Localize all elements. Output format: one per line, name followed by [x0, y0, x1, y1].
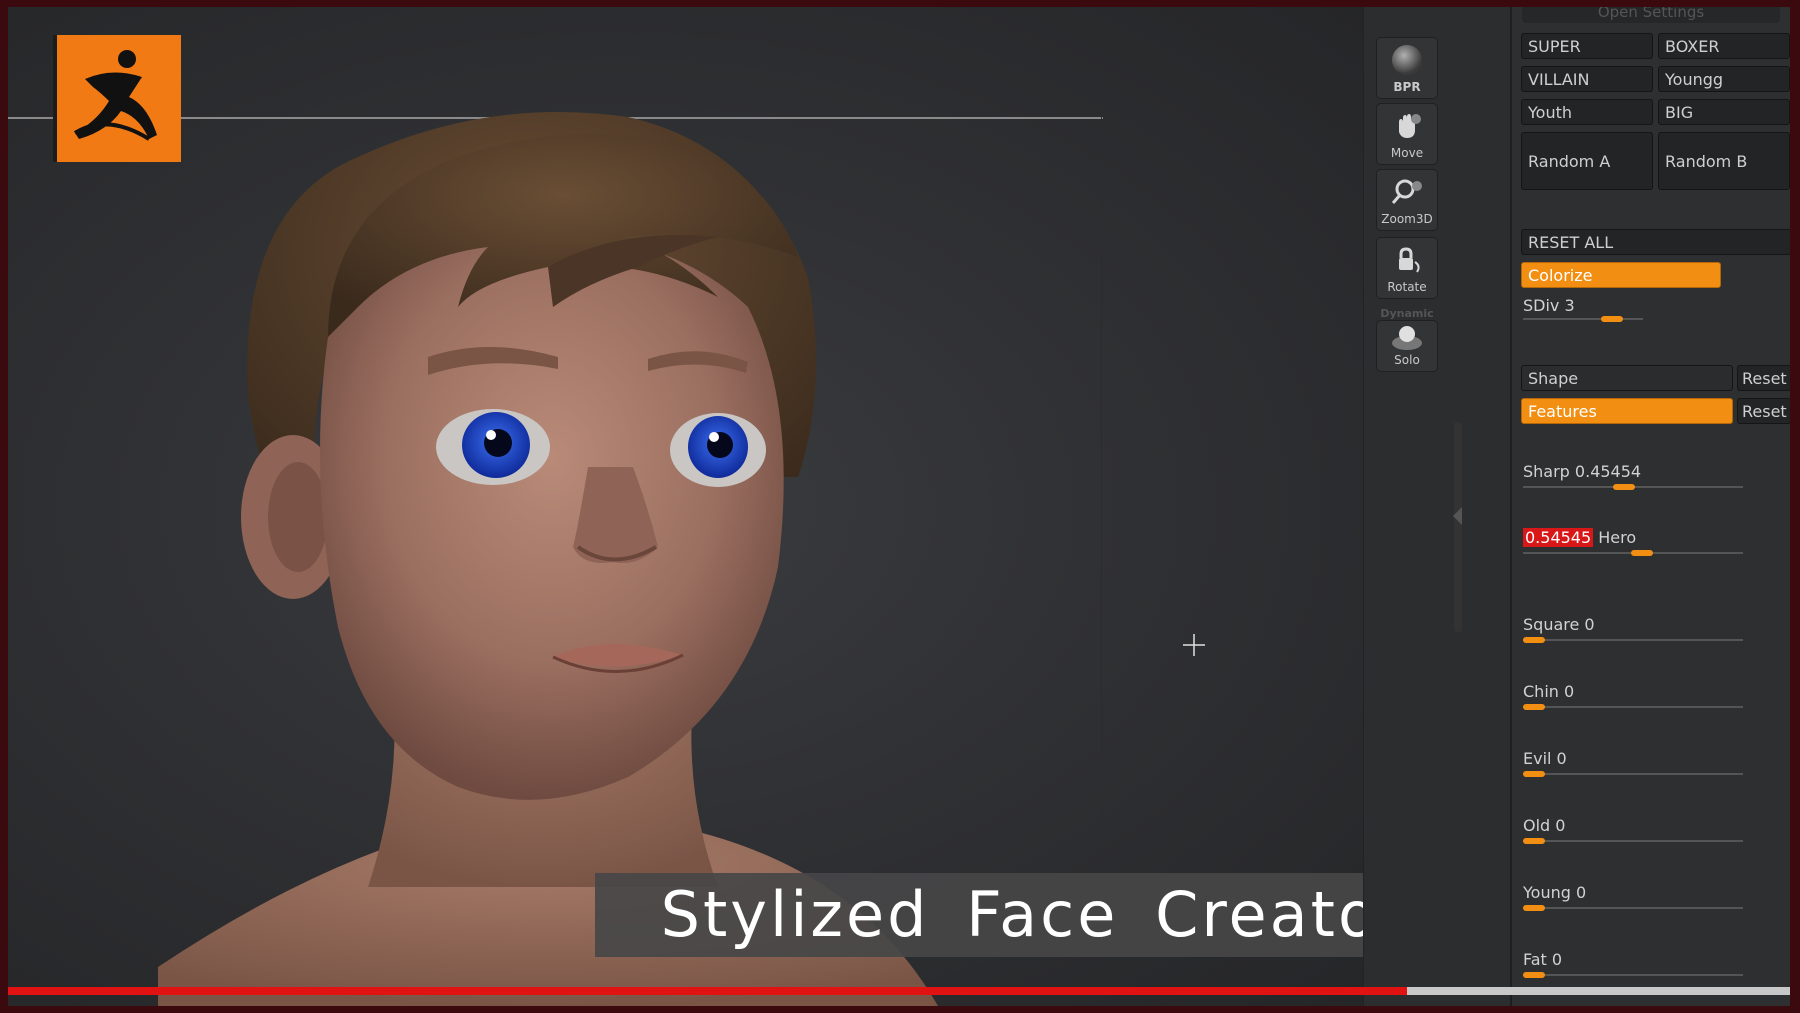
young-slider-knob[interactable]	[1523, 905, 1545, 911]
hero-slider-knob[interactable]	[1631, 550, 1653, 556]
3d-viewport[interactable]: Stylized Face Creator	[8, 7, 1363, 1006]
bpr-label: BPR	[1393, 80, 1421, 94]
video-progress-fill	[8, 987, 1407, 995]
young-label: Young 0	[1523, 883, 1587, 902]
square-slider-knob[interactable]	[1523, 637, 1545, 643]
stylized-head-model	[158, 112, 938, 1006]
zoom3d-button[interactable]: Zoom3D	[1376, 169, 1438, 231]
evil-label: Evil 0	[1523, 749, 1567, 768]
random-a-button[interactable]: Random A	[1521, 132, 1653, 190]
random-b-button[interactable]: Random B	[1658, 132, 1790, 190]
old-slider[interactable]	[1523, 838, 1743, 844]
solo-button[interactable]: Solo	[1376, 320, 1438, 372]
fat-slider[interactable]	[1523, 972, 1743, 978]
chin-slider[interactable]	[1523, 704, 1743, 710]
sharp-slider[interactable]	[1523, 484, 1743, 490]
shape-button[interactable]: Shape	[1521, 365, 1733, 391]
magnifier-zoom-icon	[1391, 179, 1422, 204]
bpr-sphere-icon	[1392, 45, 1422, 75]
shape-reset-button[interactable]: Reset	[1737, 365, 1790, 391]
hand-move-icon	[1399, 114, 1421, 138]
rotate-button[interactable]: Rotate	[1376, 237, 1438, 299]
navigation-toolbar: BPR Move Zoom3D Rotate Dynamic Solo	[1363, 7, 1514, 1006]
zoom3d-label: Zoom3D	[1381, 212, 1433, 226]
hero-slider[interactable]	[1523, 550, 1743, 556]
solo-label: Solo	[1394, 353, 1420, 367]
hero-name: Hero	[1593, 528, 1637, 547]
hero-label: 0.54545 Hero	[1523, 528, 1636, 547]
solo-spheres-icon	[1392, 326, 1422, 350]
old-slider-knob[interactable]	[1523, 838, 1545, 844]
preset-big-button[interactable]: BIG	[1658, 99, 1790, 125]
features-tab[interactable]: Features	[1521, 398, 1733, 424]
open-settings-button[interactable]: Open Settings	[1522, 7, 1780, 23]
preset-boxer-button[interactable]: BOXER	[1658, 33, 1790, 59]
fat-slider-knob[interactable]	[1523, 972, 1545, 978]
collapse-arrow-icon[interactable]	[1453, 507, 1462, 525]
square-slider[interactable]	[1523, 637, 1743, 643]
sharp-label: Sharp 0.45454	[1523, 462, 1642, 481]
preset-super-button[interactable]: SUPER	[1521, 33, 1653, 59]
rotate-label: Rotate	[1387, 280, 1427, 294]
hero-value: 0.54545	[1523, 528, 1594, 547]
preset-villain-button[interactable]: VILLAIN	[1521, 66, 1653, 92]
move-label: Move	[1390, 146, 1424, 160]
chin-slider-knob[interactable]	[1523, 704, 1545, 710]
sdiv-slider[interactable]	[1523, 316, 1643, 322]
runner-logo-icon	[73, 50, 157, 141]
colorize-toggle[interactable]: Colorize	[1521, 262, 1721, 288]
crosshair-cursor-icon	[1183, 634, 1205, 656]
chin-label: Chin 0	[1523, 682, 1575, 701]
square-label: Square 0	[1523, 615, 1595, 634]
reset-all-button[interactable]: RESET ALL	[1521, 229, 1790, 255]
viewport-scrollbar[interactable]	[1454, 422, 1462, 632]
app-frame: Stylized Face Creator BPR Move Zoom3D Ro…	[8, 7, 1790, 1006]
rotate-lock-icon	[1399, 247, 1420, 273]
face-creator-panel: Open Settings SUPER BOXER VILLAIN Youngg…	[1510, 7, 1790, 1006]
sharp-slider-knob[interactable]	[1613, 484, 1635, 490]
young-slider[interactable]	[1523, 905, 1743, 911]
old-label: Old 0	[1523, 816, 1566, 835]
preset-youngg-button[interactable]: Youngg	[1658, 66, 1790, 92]
move-button[interactable]: Move	[1376, 103, 1438, 165]
sdiv-slider-knob[interactable]	[1601, 316, 1623, 322]
preset-youth-button[interactable]: Youth	[1521, 99, 1653, 125]
evil-slider[interactable]	[1523, 771, 1743, 777]
dynamic-label: Dynamic	[1380, 307, 1434, 320]
features-reset-button[interactable]: Reset	[1737, 398, 1790, 424]
video-title-banner: Stylized Face Creator	[595, 873, 1363, 957]
video-title-text: Stylized Face Creator	[660, 878, 1363, 951]
sdiv-label: SDiv 3	[1523, 296, 1575, 315]
bpr-button[interactable]: BPR	[1376, 37, 1438, 99]
zbrush-logo	[53, 35, 181, 162]
evil-slider-knob[interactable]	[1523, 771, 1545, 777]
fat-label: Fat 0	[1523, 950, 1563, 969]
video-progress-bar[interactable]	[8, 987, 1790, 995]
